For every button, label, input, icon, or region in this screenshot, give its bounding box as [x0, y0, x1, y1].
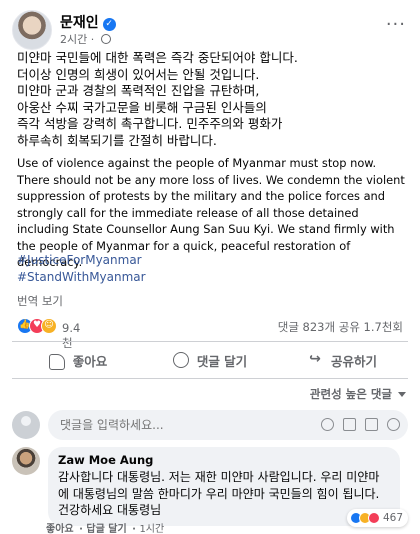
comment-time[interactable]: 1시간 — [139, 524, 164, 534]
post-line: 하루속히 회복되기를 간절히 바랍니다. — [17, 132, 217, 148]
commenter-name[interactable]: Zaw Moe Aung — [58, 453, 390, 467]
love-reaction-icon — [367, 512, 380, 524]
see-translation-link[interactable]: 번역 보기 — [17, 293, 63, 309]
more-options-icon[interactable]: ··· — [386, 14, 406, 35]
divider — [12, 378, 408, 379]
comment-like-link[interactable]: 좋아요 — [46, 524, 74, 534]
post-line: 즉각 석방을 강력히 촉구합니다. 민주주의와 평화가 — [17, 116, 283, 131]
globe-icon — [100, 34, 111, 44]
like-button[interactable]: 좋아요 — [12, 345, 144, 375]
post-actions: 좋아요 댓글 달기 ↪ 공유하기 — [12, 345, 408, 375]
hashtag-link[interactable]: #JusticeForMyanmar — [17, 252, 146, 269]
hashtag-link[interactable]: #StandWithMyanmar — [17, 269, 146, 286]
post-stats: 👍 ♥ ☺ 9.4천 댓글 823개 공유 1.7천회 — [17, 316, 403, 350]
author-avatar[interactable] — [12, 10, 52, 50]
comment-share-counts[interactable]: 댓글 823개 공유 1.7천회 — [278, 319, 403, 335]
comment-composer — [12, 410, 408, 440]
comment-reply-link[interactable]: 답글 달기 — [86, 524, 126, 534]
comment-sort-dropdown[interactable]: 관련성 높은 댓글 — [310, 386, 406, 402]
post-time[interactable]: 2시간 — [60, 33, 87, 46]
post-line: 미얀마 군과 경찰의 폭력적인 진압을 규탄하며, — [17, 83, 260, 98]
comment-reaction-count: 467 — [382, 512, 403, 524]
thumbs-up-icon — [48, 353, 65, 370]
composer-icons — [321, 418, 400, 431]
post-line: 아웅산 수찌 국가고문을 비롯해 구금된 인사들의 — [17, 99, 267, 115]
camera-icon[interactable] — [343, 418, 356, 431]
user-avatar — [12, 411, 40, 439]
comment-reactions[interactable]: 467 — [346, 509, 408, 527]
caret-down-icon — [398, 392, 406, 397]
comment-text: 감사합니다 대통령님. 저는 재한 미얀마 사람입니다. 우리 미얀마에 대통령… — [58, 470, 380, 517]
comment-actions: 좋아요 · 답글 달기 · 1시간 — [46, 524, 165, 534]
post-meta: 2시간 · — [60, 31, 111, 47]
post-header: 문재인 ✓ 2시간 · ··· — [12, 10, 408, 50]
post-line: 더이상 인명의 희생이 있어서는 안될 것입니다. — [17, 66, 260, 82]
gif-icon[interactable] — [365, 418, 378, 431]
share-button[interactable]: ↪ 공유하기 — [276, 345, 408, 375]
comment-icon — [172, 352, 189, 368]
post-line: 미얀마 국민들에 대한 폭력은 즉각 중단되어야 합니다. — [17, 50, 298, 65]
divider — [12, 341, 408, 342]
verified-badge-icon: ✓ — [102, 18, 116, 31]
post-text-korean: 미얀마 국민들에 대한 폭력은 즉각 중단되어야 합니다. 더이상 인명의 희생… — [17, 50, 407, 149]
share-icon: ↪ — [309, 351, 321, 367]
hashtags: #JusticeForMyanmar #StandWithMyanmar — [17, 252, 146, 285]
sticker-icon[interactable] — [387, 418, 400, 431]
comment-button[interactable]: 댓글 달기 — [144, 345, 276, 375]
commenter-avatar[interactable] — [12, 447, 40, 475]
author-name[interactable]: 문재인 ✓ — [60, 12, 116, 32]
emoji-icon[interactable] — [321, 418, 334, 431]
care-reaction-icon: ☺ — [41, 318, 57, 334]
